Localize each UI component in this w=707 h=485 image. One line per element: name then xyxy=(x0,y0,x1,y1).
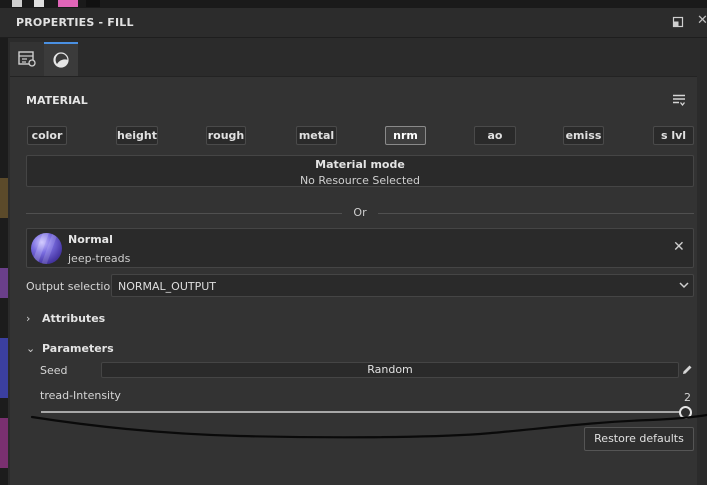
seed-random-button[interactable]: Random xyxy=(101,362,679,378)
material-mode-value: No Resource Selected xyxy=(299,174,421,187)
output-selection-value: NORMAL_OUTPUT xyxy=(118,280,217,293)
parameters-toggle[interactable]: ⌄ Parameters xyxy=(26,342,114,355)
top-strip xyxy=(0,0,707,8)
pencil-icon[interactable] xyxy=(682,364,693,375)
channel-rough-button[interactable]: rough xyxy=(206,126,246,145)
clear-resource-icon[interactable]: ✕ xyxy=(673,239,685,255)
menu-list-icon[interactable] xyxy=(672,93,686,107)
parameters-label: Parameters xyxy=(42,342,114,355)
seed-label: Seed xyxy=(40,364,68,377)
chevron-down-icon: ⌄ xyxy=(26,342,36,355)
chevron-down-icon xyxy=(679,282,689,289)
intensity-label: tread-Intensity xyxy=(40,389,121,402)
channel-slvl-button[interactable]: s lvl xyxy=(653,126,694,145)
channel-color-button[interactable]: color xyxy=(27,126,67,145)
panel-title: PROPERTIES - FILL xyxy=(16,16,134,29)
tab-material[interactable] xyxy=(44,42,78,76)
material-mode-selector[interactable]: Material mode No Resource Selected xyxy=(26,155,694,187)
channel-metal-button[interactable]: metal xyxy=(296,126,337,145)
resource-slot[interactable]: Normal jeep-treads ✕ xyxy=(26,228,694,268)
resource-name: Normal xyxy=(68,233,113,246)
material-mode-title: Material mode xyxy=(315,158,405,171)
material-sphere-icon xyxy=(53,52,69,68)
restore-defaults-button[interactable]: Restore defaults xyxy=(584,427,694,451)
channel-nrm-button[interactable]: nrm xyxy=(385,126,426,145)
intensity-value: 2 xyxy=(684,391,691,404)
resource-thumbnail xyxy=(31,233,62,264)
chevron-right-icon: › xyxy=(26,312,31,325)
strip-icon xyxy=(34,0,44,7)
close-icon[interactable]: ✕ xyxy=(697,13,707,28)
tab-bar xyxy=(10,42,707,76)
layer-properties-icon xyxy=(18,51,36,67)
panel-titlebar: PROPERTIES - FILL ✕ xyxy=(0,8,707,38)
strip-icon xyxy=(12,0,22,7)
material-section-title: MATERIAL xyxy=(26,94,88,107)
output-selection-dropdown[interactable]: NORMAL_OUTPUT xyxy=(111,274,694,297)
strip-icon xyxy=(86,0,100,7)
undock-icon[interactable] xyxy=(672,16,684,28)
channel-emiss-button[interactable]: emiss xyxy=(563,126,604,145)
separator-text: Or xyxy=(353,206,367,219)
output-selection-label: Output selection xyxy=(26,280,118,293)
channel-height-button[interactable]: height xyxy=(116,126,158,145)
strip-icon xyxy=(58,0,78,7)
or-separator: Or xyxy=(26,206,694,220)
channel-ao-button[interactable]: ao xyxy=(474,126,516,145)
attributes-label: Attributes xyxy=(42,312,106,325)
resource-subtitle: jeep-treads xyxy=(68,252,131,265)
attributes-toggle[interactable]: › Attributes xyxy=(26,312,105,325)
tab-layer-properties[interactable] xyxy=(10,42,44,76)
